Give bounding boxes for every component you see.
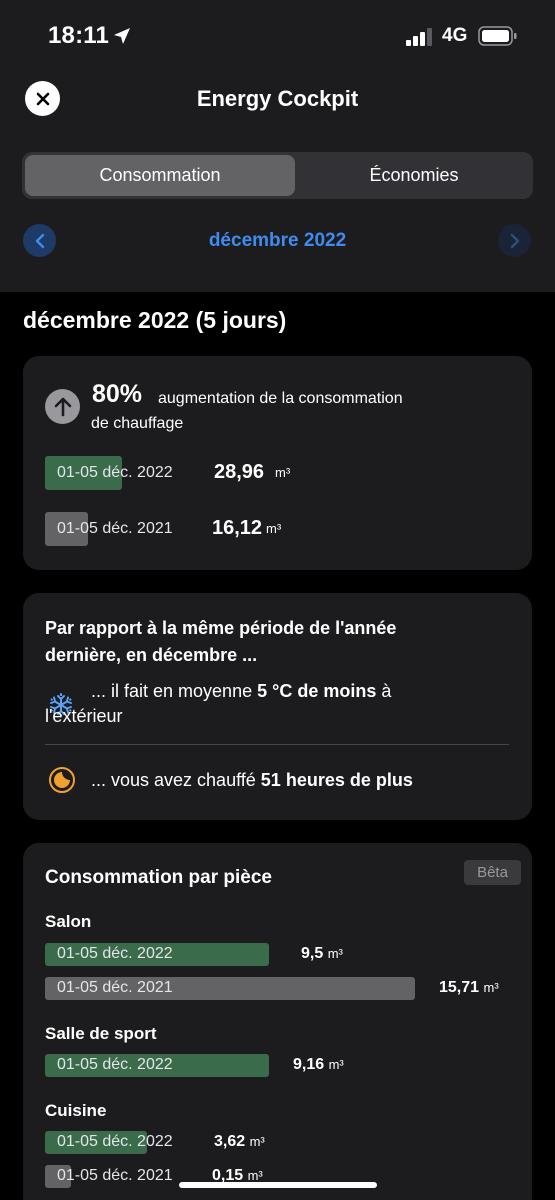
room-value: 9,16 m³ [293, 1056, 344, 1073]
period-label: 01-05 déc. 2021 [57, 1167, 173, 1184]
signal-icon [406, 28, 434, 51]
room-name: Salle de sport [45, 1024, 157, 1043]
tab-economies[interactable]: Économies [298, 155, 530, 196]
period-label: 01-05 déc. 2021 [57, 979, 173, 996]
room-row: 01-05 déc. 2022 9,16 m³ [45, 1054, 525, 1077]
period-label: 01-05 déc. 2022 [57, 945, 173, 962]
temperature-line2: l'extérieur [45, 706, 123, 726]
period-label: 01-05 déc. 2022 [57, 464, 173, 481]
page-title: Energy Cockpit [196, 86, 359, 111]
divider [45, 744, 509, 745]
comparison-heading-line2: dernière, en décembre ... [45, 645, 258, 665]
temperature-line: ... il fait en moyenne 5 °C de moins à l… [45, 679, 392, 729]
period-title: décembre 2022 (5 jours) [23, 307, 287, 333]
comparison-heading-line1: Par rapport à la même période de l'année [45, 618, 397, 638]
chevron-right-icon [510, 233, 519, 248]
status-time: 18:11 [48, 22, 110, 49]
room-name: Cuisine [45, 1101, 107, 1120]
hours-difference: 51 heures de plus [260, 770, 413, 790]
comparison-heading: Par rapport à la même période de l'année… [45, 615, 485, 669]
segmented-control: Consommation Économies [22, 152, 533, 199]
beta-badge: Bêta [464, 860, 521, 885]
hours-prefix: ... vous avez chauffé [91, 770, 256, 790]
period-label: 01-05 déc. 2021 [57, 520, 173, 537]
location-arrow-icon [112, 26, 132, 51]
status-bar: 18:11 4G [0, 22, 555, 52]
consumption-unit: m³ [266, 521, 282, 536]
month-label: décembre 2022 [208, 230, 347, 251]
change-description: augmentation de la consommation [158, 390, 403, 407]
tab-consommation[interactable]: Consommation [25, 155, 295, 196]
battery-icon [478, 26, 518, 51]
comparison-row-current: 01-05 déc. 2022 28,96 m³ [45, 456, 505, 490]
next-month-button[interactable] [498, 224, 531, 257]
home-indicator[interactable] [179, 1182, 377, 1188]
change-description-line2: de chauffage [91, 415, 184, 432]
room-row: 01-05 déc. 2021 15,71 m³ [45, 977, 525, 1000]
consumption-summary-card: 80% augmentation de la consommation de c… [23, 356, 532, 570]
temperature-suffix: à [381, 681, 392, 701]
heating-hours-line: ... vous avez chauffé 51 heures de plus [91, 768, 413, 793]
consumption-unit: m³ [275, 465, 291, 480]
room-row: 01-05 déc. 2022 9,5 m³ [45, 943, 525, 966]
moon-icon [48, 766, 76, 799]
room-value: 15,71 m³ [439, 979, 499, 996]
comparison-card: Par rapport à la même période de l'année… [23, 593, 532, 820]
consumption-value: 16,12 [212, 517, 263, 539]
room-name: Salon [45, 912, 92, 931]
top-bar: 18:11 4G Energy Cockpit Consommation Éco… [0, 0, 555, 292]
consumption-value: 28,96 [214, 461, 265, 483]
room-row: 01-05 déc. 2022 3,62 m³ [45, 1131, 525, 1154]
change-percent: 80% [92, 380, 143, 408]
comparison-row-previous: 01-05 déc. 2021 16,12 m³ [45, 512, 505, 546]
period-label: 01-05 déc. 2022 [57, 1133, 173, 1150]
period-label: 01-05 déc. 2022 [57, 1056, 173, 1073]
network-type: 4G [442, 25, 468, 46]
arrow-up-icon [45, 389, 80, 424]
room-value: 9,5 m³ [301, 945, 343, 962]
room-value: 3,62 m³ [214, 1133, 265, 1150]
room-consumption-heading: Consommation par pièce [45, 867, 272, 888]
temperature-prefix: ... il fait en moyenne [91, 681, 253, 701]
room-consumption-card: Consommation par pièce Bêta Salon 01-05 … [23, 843, 532, 1200]
temperature-difference: 5 °C de moins [257, 681, 377, 701]
